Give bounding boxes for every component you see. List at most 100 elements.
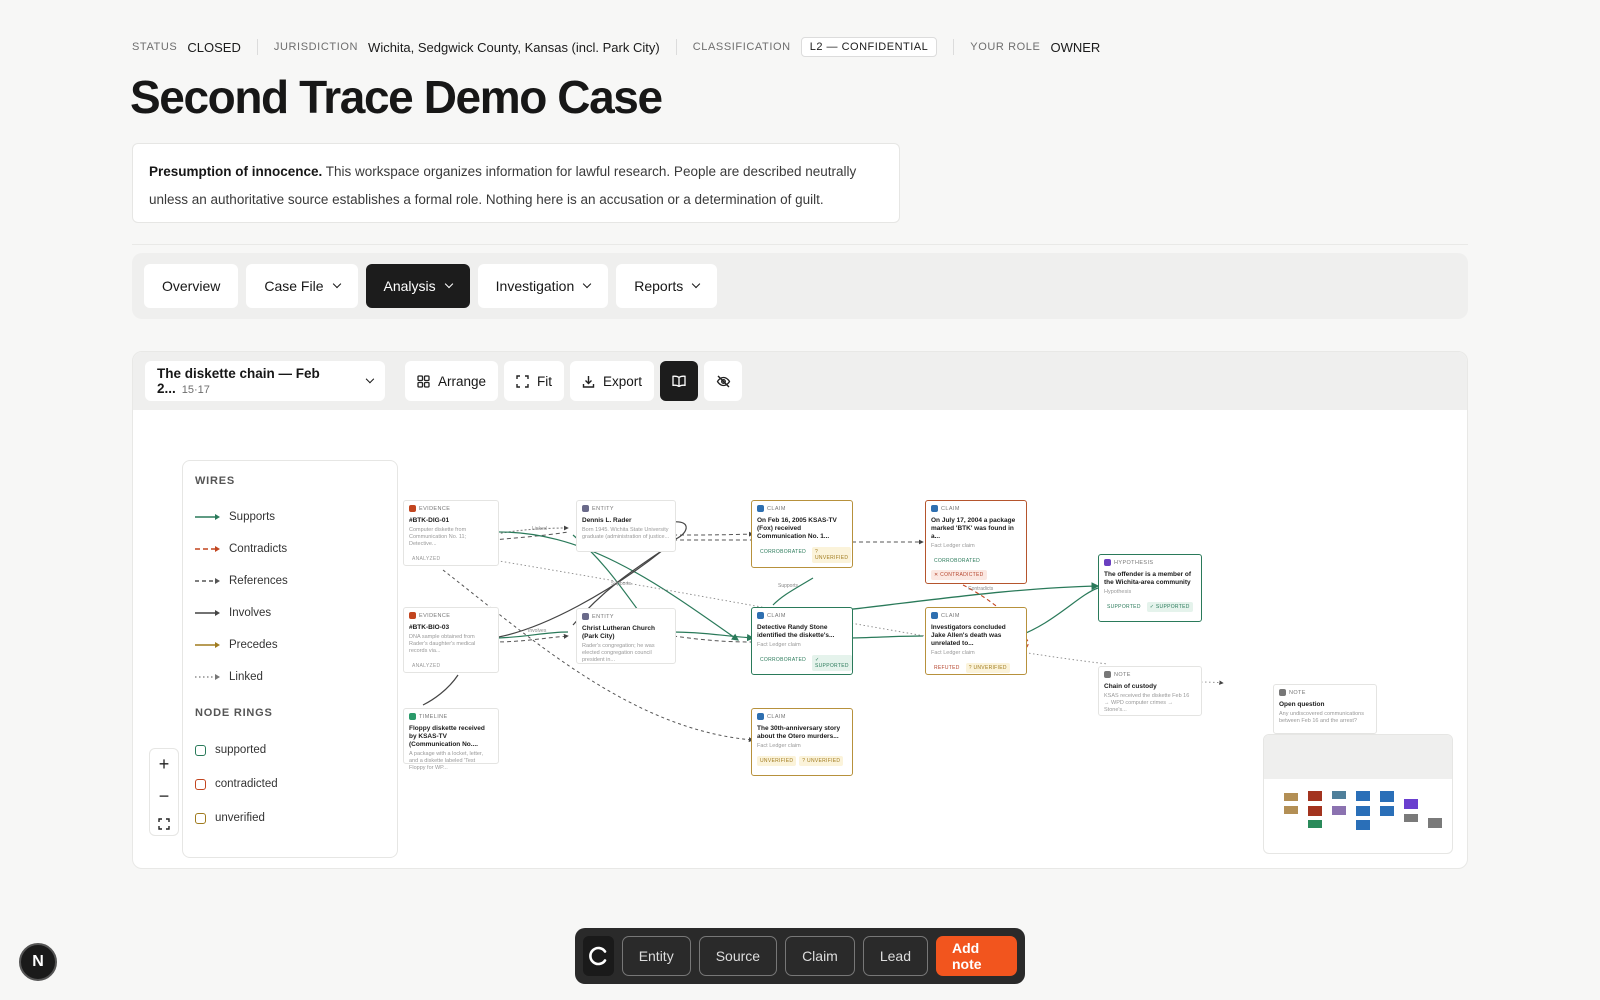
node-timeline[interactable]: TIMELINE Floppy diskette received by KSA… — [403, 708, 499, 771]
tab-analysis[interactable]: Analysis — [365, 264, 470, 308]
legend-label: Precedes — [229, 639, 278, 651]
node-claim-july17[interactable]: CLAIM On July 17, 2004 a package marked … — [925, 500, 1027, 584]
entity-icon — [582, 505, 589, 512]
node-kind: NOTE — [1289, 689, 1306, 696]
legend-label: Contradicts — [229, 543, 288, 555]
edge-label: Contradicts — [968, 586, 994, 592]
node-entity-rader[interactable]: ENTITY Dennis L. Rader Born 1945. Wichit… — [576, 500, 676, 552]
legend-label: Supports — [229, 511, 276, 523]
references-wire-icon — [195, 578, 220, 584]
node-kind: ENTITY — [592, 505, 614, 512]
role-value: OWNER — [1050, 39, 1101, 55]
node-tag: ? UNVERIFIED — [799, 756, 844, 766]
node-entity-church[interactable]: ENTITY Christ Lutheran Church (Park City… — [576, 608, 676, 664]
tab-investigation[interactable]: Investigation — [477, 264, 609, 308]
node-claim-otero[interactable]: CLAIM The 30th-anniversary story about t… — [751, 708, 853, 776]
legend-label: unverified — [215, 812, 265, 824]
innocence-notice: Presumption of innocence. This workspace… — [132, 143, 900, 223]
amber-ring-icon — [195, 812, 206, 824]
node-subtitle: Hypothesis — [1104, 589, 1132, 595]
fullscreen-icon[interactable] — [158, 817, 170, 830]
dev-indicator-button[interactable]: N — [19, 943, 57, 981]
legend-ring-unverified: unverified — [195, 801, 385, 835]
edge-references — [672, 531, 754, 537]
precedes-wire-icon — [195, 642, 220, 648]
chevron-down-icon — [366, 374, 375, 384]
zoom-controls: + − — [149, 748, 179, 836]
tab-label: Analysis — [383, 278, 436, 294]
legend-row-precedes: Precedes — [195, 629, 385, 661]
app-logo-icon[interactable] — [583, 936, 614, 976]
view-count: 15·17 — [181, 384, 210, 396]
edge-references — [492, 531, 569, 541]
node-note-custody[interactable]: NOTE Chain of custody KSAS received the … — [1098, 666, 1202, 716]
tab-label: Overview — [162, 278, 221, 294]
node-claim-stone[interactable]: CLAIM Detective Randy Stone identified t… — [751, 607, 853, 675]
claim-icon — [757, 505, 764, 512]
zoom-out-icon[interactable]: − — [159, 786, 170, 807]
hide-toggle-button[interactable] — [704, 361, 743, 401]
tab-reports[interactable]: Reports — [616, 264, 718, 308]
case-nav: Overview Case File Analysis Investigatio… — [132, 253, 1468, 319]
add-lead-button[interactable]: Lead — [862, 936, 928, 976]
node-kind: CLAIM — [941, 612, 960, 619]
note-icon — [1104, 671, 1111, 678]
add-note-button[interactable]: Add note — [936, 936, 1017, 976]
node-hypothesis[interactable]: HYPOTHESIS The offender is a member of t… — [1098, 554, 1202, 622]
book-icon — [672, 375, 686, 387]
node-tag: REFUTED — [934, 665, 960, 671]
node-kind: ENTITY — [592, 613, 614, 620]
chevron-down-icon — [583, 279, 592, 289]
classification-badge: L2 — CONFIDENTIAL — [800, 37, 938, 57]
arrange-button[interactable]: Arrange — [405, 361, 499, 401]
tab-overview[interactable]: Overview — [144, 264, 239, 308]
node-kind: NOTE — [1114, 671, 1131, 678]
node-note-question[interactable]: NOTE Open question Any undiscovered comm… — [1273, 684, 1377, 734]
legend-label: supported — [215, 744, 267, 756]
legend-row-contradicts: Contradicts — [195, 533, 385, 565]
view-selector[interactable]: The diskette chain — Feb 2... 15·17 — [145, 361, 385, 401]
node-evidence-dig01[interactable]: EVIDENCE #BTK-DIG-01 Computer diskette f… — [403, 500, 499, 566]
node-subtitle: Fact Ledger claim — [757, 642, 801, 648]
contradicts-wire-icon — [195, 546, 220, 552]
graph-panel: The diskette chain — Feb 2... 15·17 Arran… — [132, 351, 1468, 869]
zoom-in-icon[interactable]: + — [159, 754, 170, 775]
edge-label: Supports — [611, 581, 632, 587]
node-tag: ANALYZED — [412, 663, 441, 669]
minimap-header — [1264, 735, 1452, 779]
node-subtitle: Fact Ledger claim — [931, 650, 975, 656]
node-kind: CLAIM — [767, 505, 786, 512]
tab-case-file[interactable]: Case File — [246, 264, 358, 308]
fit-label: Fit — [537, 373, 553, 389]
node-kind: CLAIM — [767, 713, 786, 720]
node-claim-allen[interactable]: CLAIM Investigators concluded Jake Allen… — [925, 607, 1027, 675]
legend-toggle-button[interactable] — [660, 361, 699, 401]
export-button[interactable]: Export — [570, 361, 655, 401]
graph-minimap[interactable] — [1263, 734, 1453, 854]
node-evidence-bio03[interactable]: EVIDENCE #BTK-BIO-03 DNA sample obtained… — [403, 607, 499, 673]
add-source-button[interactable]: Source — [698, 936, 778, 976]
node-kind: TIMELINE — [419, 713, 448, 720]
legend-row-linked: Linked — [195, 661, 385, 693]
divider — [675, 39, 677, 55]
node-subtitle: Fact Ledger claim — [757, 743, 801, 749]
legend-rings-title: NODE RINGS — [195, 707, 273, 719]
page-title: Second Trace Demo Case — [130, 71, 663, 123]
node-subtitle: Any undiscovered communications between … — [1279, 711, 1364, 724]
classification-label: CLASSIFICATION — [692, 41, 791, 53]
add-entity-button[interactable]: Entity — [621, 936, 691, 976]
status-label: STATUS — [132, 41, 178, 53]
node-title: Chain of custody — [1104, 683, 1157, 690]
minimap-nodes — [1284, 791, 1442, 830]
node-subtitle: DNA sample obtained from Rader's daughte… — [409, 634, 476, 654]
add-claim-button[interactable]: Claim — [785, 936, 855, 976]
node-tag: CORROBORATED — [934, 558, 981, 564]
chevron-down-icon — [332, 279, 341, 289]
legend-ring-supported: supported — [195, 733, 385, 767]
legend-label: References — [229, 575, 288, 587]
involves-wire-icon — [195, 610, 220, 616]
green-ring-icon — [195, 744, 206, 756]
fit-button[interactable]: Fit — [504, 361, 565, 401]
status-value: CLOSED — [187, 39, 241, 55]
node-claim-feb16[interactable]: CLAIM On Feb 16, 2005 KSAS-TV (Fox) rece… — [751, 500, 853, 568]
